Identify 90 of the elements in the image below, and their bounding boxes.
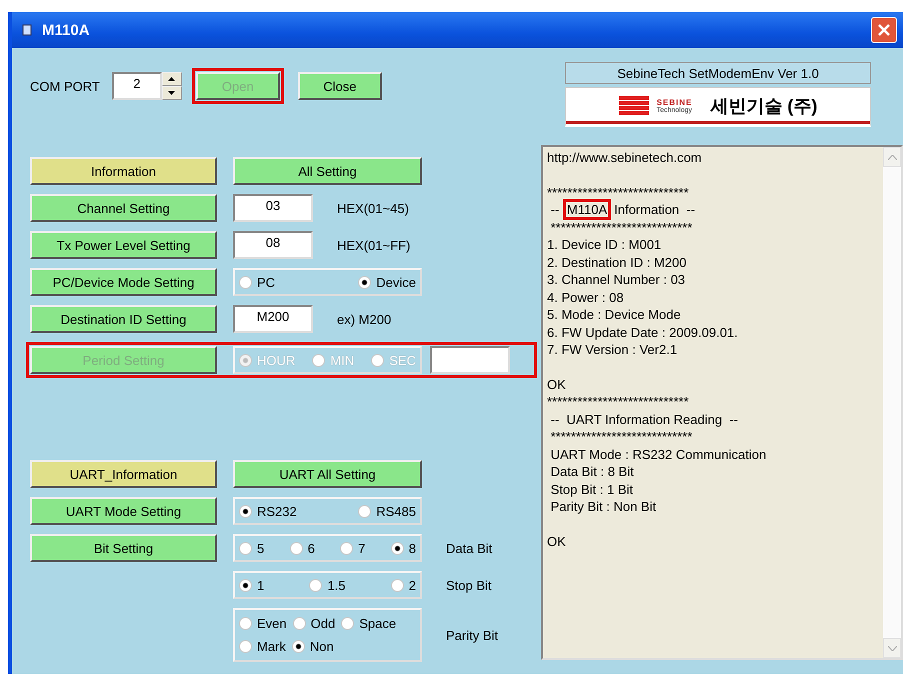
- log-line: 2. Destination ID : M200: [547, 254, 688, 271]
- radio-label: Space: [359, 616, 396, 631]
- action-button[interactable]: All Setting: [233, 157, 422, 185]
- radio-button[interactable]: [390, 542, 404, 554]
- range-hint: ex) M200: [337, 312, 392, 326]
- connection-button[interactable]: Close: [298, 72, 382, 100]
- radio-button[interactable]: [390, 578, 404, 592]
- radio-label: Non: [310, 639, 334, 654]
- log-line: http://www.sebinetech.com: [547, 149, 703, 166]
- value-field[interactable]: 03: [233, 194, 313, 222]
- log-line: -- M110A Information --: [547, 201, 879, 218]
- logo-brand: SEBINE: [656, 98, 692, 106]
- com-port-field[interactable]: 2: [112, 72, 162, 100]
- radio-button[interactable]: [292, 617, 306, 630]
- close-icon: [878, 24, 890, 36]
- radio-label: Even: [257, 616, 287, 631]
- radio-button[interactable]: [358, 504, 372, 518]
- log-line: 6. FW Update Date : 2009.09.01.: [547, 324, 739, 341]
- radio-label: 6: [308, 540, 315, 556]
- log-line: ****************************: [550, 218, 694, 236]
- radio-button[interactable]: [309, 578, 322, 592]
- radio-button[interactable]: [239, 542, 252, 554]
- log-line: UART Mode : RS232 Communication: [550, 446, 768, 463]
- radio-label: 1.5: [327, 578, 346, 592]
- setting-button[interactable]: Bit Setting: [30, 534, 217, 562]
- setting-button[interactable]: Destination ID Setting: [30, 305, 217, 333]
- radio-label: PC: [257, 274, 276, 290]
- radio-button[interactable]: [341, 617, 354, 630]
- radio-label: RS485: [376, 504, 416, 518]
- log-line: -- UART Information Reading --: [550, 410, 739, 428]
- log-line: 3. Channel Number : 03: [547, 271, 686, 288]
- log-line: 1. Device ID : M001: [547, 236, 662, 254]
- setting-button[interactable]: PC/Device Mode Setting: [30, 268, 217, 296]
- radio-label: 8: [408, 540, 416, 556]
- radio-label: 2: [408, 578, 416, 592]
- log-line: OK: [547, 532, 567, 550]
- window-title: M110A: [42, 22, 91, 38]
- radio-label: SEC: [389, 352, 416, 368]
- radio-label: 7: [358, 540, 366, 556]
- setting-button[interactable]: UART_Information: [30, 460, 217, 488]
- radio-label: Device: [376, 274, 416, 290]
- radio-label: Mark: [257, 639, 286, 654]
- log-line: ****************************: [547, 184, 690, 201]
- radio-button[interactable]: [239, 617, 252, 630]
- log-line: ****************************: [547, 393, 690, 410]
- radio-button[interactable]: [340, 542, 354, 554]
- logo-mark-icon: [618, 96, 649, 116]
- radio-button[interactable]: [239, 640, 252, 653]
- close-button[interactable]: [871, 17, 897, 43]
- range-hint: HEX(01~45): [337, 200, 409, 216]
- up-arrow-icon: [168, 77, 176, 81]
- log-line: 4. Power : 08: [547, 288, 625, 306]
- scrollbar[interactable]: [883, 147, 901, 658]
- group-label: Data Bit: [446, 540, 492, 556]
- radio-button[interactable]: [239, 276, 252, 288]
- radio-button[interactable]: [239, 504, 252, 518]
- value-field[interactable]: M200: [233, 305, 313, 333]
- version-label: SebineTech SetModemEnv Ver 1.0: [565, 62, 871, 84]
- log-line: Data Bit : 8 Bit: [550, 463, 635, 480]
- radio-label: 1: [257, 578, 264, 592]
- log-line: Parity Bit : Non Bit: [550, 498, 658, 516]
- app-icon: [22, 24, 32, 36]
- group-label: Parity Bit: [446, 628, 498, 642]
- setting-button[interactable]: Information: [30, 157, 217, 185]
- setting-button[interactable]: Channel Setting: [30, 194, 217, 222]
- radio-button[interactable]: [239, 578, 252, 592]
- radio-label: MIN: [330, 352, 354, 368]
- setting-button[interactable]: UART Mode Setting: [30, 497, 217, 525]
- log-line: ****************************: [550, 428, 694, 446]
- setting-button[interactable]: Tx Power Level Setting: [30, 231, 217, 259]
- group-label: Stop Bit: [446, 578, 492, 592]
- range-hint: HEX(01~FF): [337, 238, 410, 252]
- radio-label: HOUR: [257, 352, 296, 368]
- log-line: Stop Bit : 1 Bit: [550, 480, 634, 498]
- com-port-label: COM PORT: [30, 78, 100, 94]
- spin-up-button[interactable]: [162, 72, 182, 86]
- company-name: 세빈기술 (주): [710, 95, 818, 118]
- radio-label: 5: [257, 540, 264, 556]
- down-arrow-icon: [168, 91, 176, 95]
- log-line: 7. FW Version : Ver2.1: [547, 341, 678, 358]
- log-line: 5. Mode : Device Mode: [547, 306, 682, 324]
- action-button[interactable]: UART All Setting: [233, 460, 422, 488]
- radio-label: RS232: [257, 504, 297, 518]
- radio-label: Odd: [310, 616, 336, 631]
- radio-button[interactable]: [358, 276, 372, 288]
- radio-button[interactable]: [290, 542, 303, 554]
- radio-button[interactable]: [292, 640, 305, 653]
- log-line: OK: [547, 376, 567, 393]
- spin-down-button[interactable]: [162, 86, 182, 100]
- value-field[interactable]: 08: [233, 231, 313, 259]
